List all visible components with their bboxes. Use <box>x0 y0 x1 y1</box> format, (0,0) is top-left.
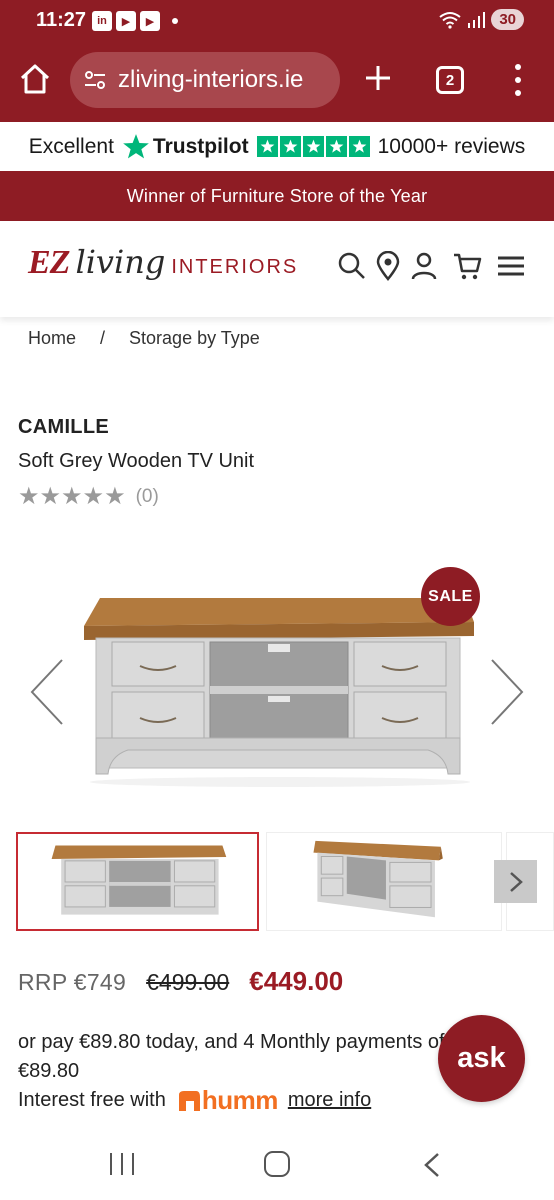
linkedin-icon: in <box>92 11 112 31</box>
recent-apps-icon[interactable] <box>110 1153 134 1175</box>
promo-banner: Winner of Furniture Store of the Year <box>0 171 554 221</box>
breadcrumb: Home / Storage by Type <box>28 328 260 349</box>
price-now: €449.00 <box>249 966 344 996</box>
product-brand: CAMILLE <box>18 416 109 438</box>
chevron-left-icon[interactable] <box>26 656 66 728</box>
thumbnail-strip <box>0 830 554 932</box>
product-rating[interactable]: ★★★★★ (0) <box>18 482 159 511</box>
trustpilot-rating-word: Excellent <box>28 134 114 158</box>
product-title: Soft Grey Wooden TV Unit <box>18 450 255 472</box>
breadcrumb-current[interactable]: Storage by Type <box>129 328 260 349</box>
site-header: EZ living INTERIORS <box>0 221 554 317</box>
chevron-right-icon <box>509 871 523 892</box>
trustpilot-stars <box>256 136 370 157</box>
logo-interiors: INTERIORS <box>171 256 299 278</box>
finance-line-2: €89.80 <box>18 1060 80 1082</box>
browser-toolbar: zliving-interiors.ie 2 <box>0 50 554 110</box>
price-was: €499.00 <box>146 969 230 995</box>
star-icon <box>302 136 324 157</box>
youtube-icon: ▶ <box>140 11 160 31</box>
review-count: (0) <box>135 485 159 507</box>
back-icon[interactable] <box>420 1151 444 1179</box>
humm-logo-text: humm <box>201 1085 279 1115</box>
trustpilot-logo: Trustpilot <box>122 133 249 161</box>
address-url: zliving-interiors.ie <box>118 66 304 93</box>
site-settings-icon[interactable] <box>82 67 108 93</box>
signal-icon <box>468 11 486 28</box>
youtube-icon: ▶ <box>116 11 136 31</box>
humm-mascot-icon <box>178 1090 200 1111</box>
notification-dot-icon <box>172 18 178 24</box>
site-logo[interactable]: EZ living INTERIORS <box>28 243 298 293</box>
new-tab-icon[interactable] <box>360 60 396 96</box>
thumbnail-1[interactable] <box>16 832 259 931</box>
more-info-link[interactable]: more info <box>288 1089 371 1112</box>
breadcrumb-separator: / <box>100 328 106 348</box>
trustpilot-bar[interactable]: Excellent Trustpilot 10000+ reviews <box>0 122 554 171</box>
humm-logo: humm <box>176 1085 278 1116</box>
trustpilot-brand-text: Trustpilot <box>152 134 249 158</box>
trustpilot-review-count: 10000+ reviews <box>377 134 526 158</box>
sale-badge: SALE <box>421 567 480 626</box>
account-icon[interactable] <box>409 251 439 281</box>
logo-living: living <box>75 243 166 281</box>
chevron-right-icon[interactable] <box>488 656 528 728</box>
ask-chat-button[interactable]: ask <box>438 1015 525 1102</box>
star-icon <box>279 136 301 157</box>
star-icon <box>325 136 347 157</box>
price-block: RRP €749 €499.00 €449.00 <box>18 966 343 997</box>
address-bar[interactable]: zliving-interiors.ie <box>70 52 340 108</box>
star-icon <box>348 136 370 157</box>
battery-level: 30 <box>491 9 524 30</box>
android-nav-bar <box>0 1135 554 1200</box>
logo-ez: EZ <box>28 244 70 281</box>
home-nav-icon[interactable] <box>264 1151 290 1177</box>
rating-stars: ★★★★★ <box>18 483 126 510</box>
overflow-menu-icon[interactable] <box>508 64 528 96</box>
search-icon[interactable] <box>337 251 367 281</box>
thumbnail-next-button[interactable] <box>494 860 537 903</box>
status-app-icons: in ▶ ▶ <box>92 11 178 31</box>
interest-free-text: Interest free with <box>18 1089 166 1111</box>
home-icon[interactable] <box>18 62 52 96</box>
humm-row: Interest free with humm more info <box>18 1085 371 1116</box>
browser-chrome: 11:27 in ▶ ▶ 30 zliving-interiors.ie 2 <box>0 0 554 122</box>
cart-icon[interactable] <box>452 251 482 281</box>
hamburger-menu-icon[interactable] <box>496 251 526 281</box>
status-time: 11:27 <box>36 9 87 31</box>
star-icon <box>256 136 278 157</box>
trustpilot-star-icon <box>123 133 149 158</box>
status-right: 30 <box>439 9 524 30</box>
wifi-icon <box>439 11 461 29</box>
tab-switcher-button[interactable]: 2 <box>436 66 464 94</box>
location-pin-icon[interactable] <box>373 251 403 281</box>
breadcrumb-home[interactable]: Home <box>28 328 76 349</box>
price-rrp: RRP €749 <box>18 969 127 995</box>
status-bar: 11:27 in ▶ ▶ 30 <box>0 0 554 44</box>
thumbnail-2[interactable] <box>266 832 502 931</box>
